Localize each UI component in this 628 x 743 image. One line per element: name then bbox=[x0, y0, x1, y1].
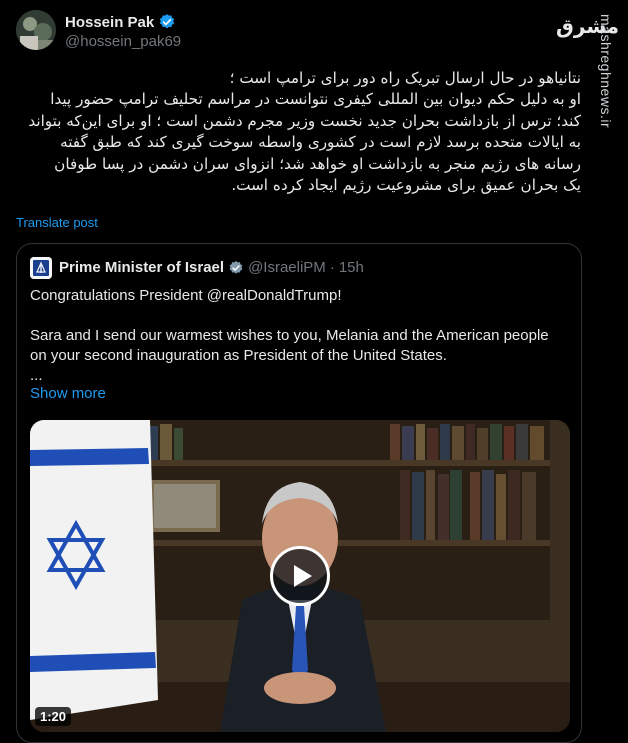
quote-author-handle[interactable]: @IsraeliPM bbox=[248, 259, 326, 276]
author-avatar[interactable] bbox=[16, 10, 56, 50]
show-more-link[interactable]: Show more bbox=[30, 385, 106, 402]
quote-author-name[interactable]: Prime Minister of Israel bbox=[59, 259, 224, 276]
post-line: رسانه های رژیم منجر به بازداشت او خواهد … bbox=[54, 154, 581, 173]
post-line: او به دلیل حکم دیوان بین المللی کیفری نت… bbox=[50, 90, 581, 109]
gpo-text: GPO bbox=[54, 434, 77, 446]
israel-emblem-icon bbox=[30, 257, 52, 279]
quoted-post[interactable]: Prime Minister of Israel @IsraeliPM · 15… bbox=[16, 243, 582, 743]
play-icon bbox=[294, 565, 312, 587]
author-name-text[interactable]: Hossein Pak bbox=[65, 14, 154, 31]
quote-text: Congratulations President @realDonaldTru… bbox=[30, 286, 570, 386]
avatar-image bbox=[16, 10, 56, 50]
quote-timestamp[interactable]: 15h bbox=[339, 259, 364, 276]
quote-line: on your second inauguration as President… bbox=[30, 347, 447, 364]
watermark-url: mashreghnews.ir bbox=[598, 14, 614, 129]
government-badge-icon bbox=[229, 260, 243, 274]
video-player[interactable]: GPO 1:20 bbox=[30, 420, 570, 732]
mashregh-logo: مشرق bbox=[556, 14, 620, 38]
video-duration: 1:20 bbox=[35, 707, 72, 726]
translate-post-link[interactable]: Translate post bbox=[16, 215, 98, 230]
author-name[interactable]: Hossein Pak bbox=[65, 13, 176, 31]
quote-ellipsis: ... bbox=[30, 367, 43, 384]
post-line: یک بحران عمیق برای مشروعیت رژیم ایجاد کر… bbox=[231, 176, 581, 195]
play-button[interactable] bbox=[270, 546, 330, 606]
post-line: به ایالات متحده برسد لازم است در کشوری و… bbox=[60, 133, 581, 152]
quote-author-avatar[interactable] bbox=[30, 257, 52, 279]
post-text: نتانیاهو در حال ارسال تبریک راه دور برای… bbox=[16, 68, 581, 196]
quote-line: Congratulations President @realDonaldTru… bbox=[30, 287, 342, 304]
author-handle[interactable]: @hossein_pak69 bbox=[65, 33, 181, 50]
gpo-emblem-icon bbox=[41, 435, 51, 445]
quote-line bbox=[30, 306, 570, 326]
quote-separator: · bbox=[329, 259, 335, 276]
quote-line: Sara and I send our warmest wishes to yo… bbox=[30, 327, 549, 344]
post-line: نتانیاهو در حال ارسال تبریک راه دور برای… bbox=[229, 69, 581, 87]
quote-header: Prime Minister of Israel @IsraeliPM · 15… bbox=[59, 259, 571, 276]
verified-badge-icon bbox=[160, 14, 175, 29]
gpo-logo: GPO bbox=[40, 434, 76, 446]
post-line: کند؛ ترس از بازداشت بحران جدید نخست وزیر… bbox=[28, 111, 581, 130]
tweet: Hossein Pak @hossein_pak69 مشرق mashregh… bbox=[0, 0, 628, 743]
